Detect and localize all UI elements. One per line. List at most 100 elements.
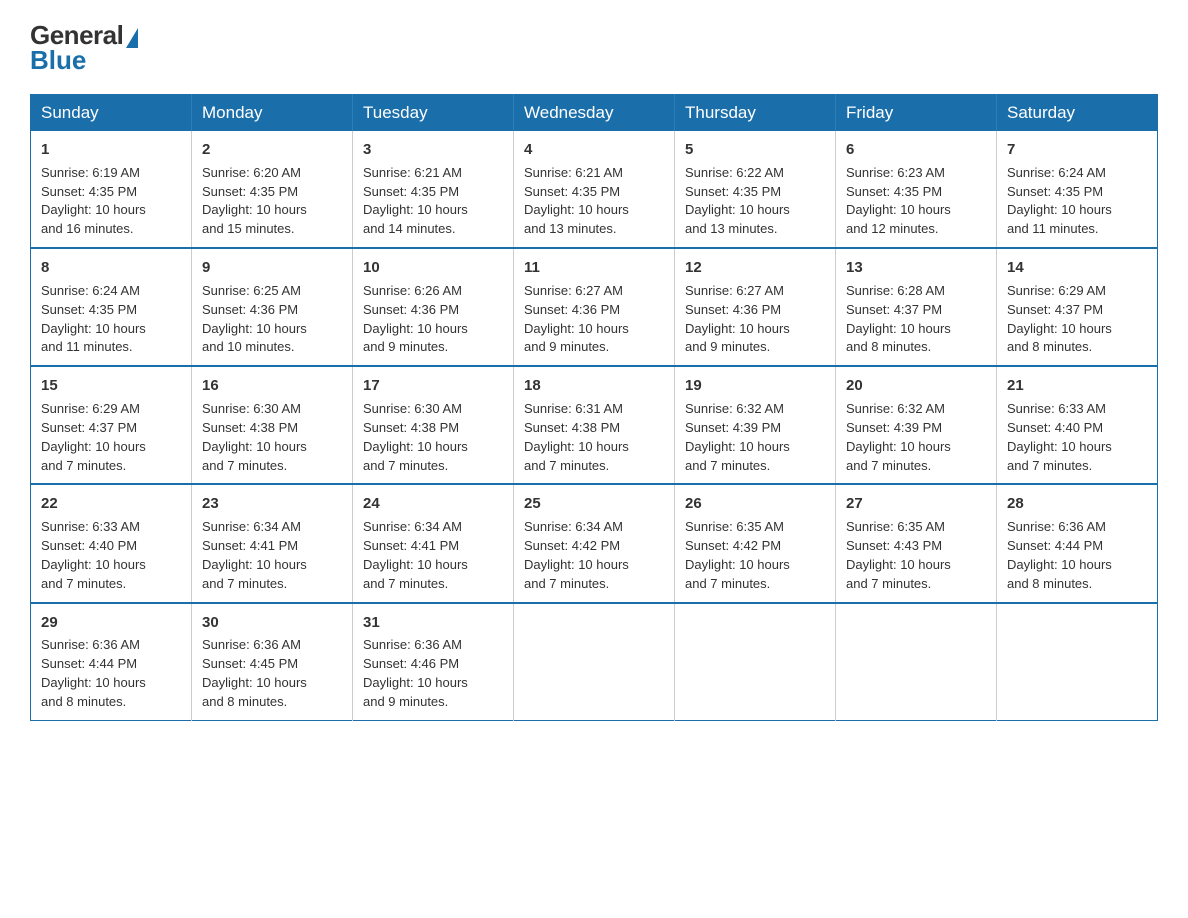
- calendar-cell: 10 Sunrise: 6:26 AMSunset: 4:36 PMDayligh…: [353, 248, 514, 366]
- calendar-cell: 19 Sunrise: 6:32 AMSunset: 4:39 PMDayligh…: [675, 366, 836, 484]
- day-info: Sunrise: 6:34 AMSunset: 4:42 PMDaylight:…: [524, 519, 629, 591]
- day-number: 22: [41, 493, 181, 515]
- calendar-cell: 26 Sunrise: 6:35 AMSunset: 4:42 PMDayligh…: [675, 484, 836, 602]
- calendar-cell: 16 Sunrise: 6:30 AMSunset: 4:38 PMDayligh…: [192, 366, 353, 484]
- logo: General Blue: [30, 20, 138, 76]
- calendar-cell: 31Sunrise: 6:36 AMSunset: 4:46 PMDayligh…: [353, 603, 514, 721]
- day-number: 18: [524, 375, 664, 397]
- calendar-week-row: 29 Sunrise: 6:36 AMSunset: 4:44 PMDayligh…: [31, 603, 1158, 721]
- day-number: 17: [363, 375, 503, 397]
- calendar-cell: [836, 603, 997, 721]
- day-info: Sunrise: 6:33 AMSunset: 4:40 PMDaylight:…: [1007, 401, 1112, 473]
- day-info: Sunrise: 6:34 AMSunset: 4:41 PMDaylight:…: [363, 519, 468, 591]
- calendar-week-row: 15Sunrise: 6:29 AMSunset: 4:37 PMDayligh…: [31, 366, 1158, 484]
- calendar-cell: 24 Sunrise: 6:34 AMSunset: 4:41 PMDayligh…: [353, 484, 514, 602]
- calendar-cell: 30Sunrise: 6:36 AMSunset: 4:45 PMDayligh…: [192, 603, 353, 721]
- calendar-cell: 15Sunrise: 6:29 AMSunset: 4:37 PMDayligh…: [31, 366, 192, 484]
- day-info: Sunrise: 6:32 AMSunset: 4:39 PMDaylight:…: [846, 401, 951, 473]
- calendar-week-row: 8 Sunrise: 6:24 AMSunset: 4:35 PMDaylight…: [31, 248, 1158, 366]
- weekday-header-thursday: Thursday: [675, 95, 836, 132]
- day-number: 9: [202, 257, 342, 279]
- day-info: Sunrise: 6:23 AMSunset: 4:35 PMDaylight:…: [846, 165, 951, 237]
- calendar-cell: 17 Sunrise: 6:30 AMSunset: 4:38 PMDayligh…: [353, 366, 514, 484]
- calendar-cell: 5 Sunrise: 6:22 AMSunset: 4:35 PMDaylight…: [675, 131, 836, 248]
- calendar-cell: [514, 603, 675, 721]
- page-header: General Blue: [30, 20, 1158, 76]
- calendar-week-row: 22Sunrise: 6:33 AMSunset: 4:40 PMDayligh…: [31, 484, 1158, 602]
- weekday-header-sunday: Sunday: [31, 95, 192, 132]
- day-info: Sunrise: 6:22 AMSunset: 4:35 PMDaylight:…: [685, 165, 790, 237]
- calendar-cell: [997, 603, 1158, 721]
- calendar-cell: 14 Sunrise: 6:29 AMSunset: 4:37 PMDayligh…: [997, 248, 1158, 366]
- day-number: 24: [363, 493, 503, 515]
- day-info: Sunrise: 6:21 AMSunset: 4:35 PMDaylight:…: [363, 165, 468, 237]
- calendar-cell: 4 Sunrise: 6:21 AMSunset: 4:35 PMDaylight…: [514, 131, 675, 248]
- logo-blue-text: Blue: [30, 45, 86, 76]
- calendar-cell: 21 Sunrise: 6:33 AMSunset: 4:40 PMDayligh…: [997, 366, 1158, 484]
- day-number: 1: [41, 139, 181, 161]
- day-number: 30: [202, 612, 342, 634]
- day-number: 8: [41, 257, 181, 279]
- day-info: Sunrise: 6:36 AMSunset: 4:44 PMDaylight:…: [1007, 519, 1112, 591]
- day-number: 29: [41, 612, 181, 634]
- calendar-cell: 25 Sunrise: 6:34 AMSunset: 4:42 PMDayligh…: [514, 484, 675, 602]
- day-info: Sunrise: 6:30 AMSunset: 4:38 PMDaylight:…: [202, 401, 307, 473]
- day-info: Sunrise: 6:24 AMSunset: 4:35 PMDaylight:…: [41, 283, 146, 355]
- calendar-week-row: 1 Sunrise: 6:19 AMSunset: 4:35 PMDaylight…: [31, 131, 1158, 248]
- day-number: 5: [685, 139, 825, 161]
- day-info: Sunrise: 6:19 AMSunset: 4:35 PMDaylight:…: [41, 165, 146, 237]
- calendar-cell: 12Sunrise: 6:27 AMSunset: 4:36 PMDayligh…: [675, 248, 836, 366]
- day-number: 10: [363, 257, 503, 279]
- day-info: Sunrise: 6:36 AMSunset: 4:46 PMDaylight:…: [363, 637, 468, 709]
- day-info: Sunrise: 6:34 AMSunset: 4:41 PMDaylight:…: [202, 519, 307, 591]
- day-number: 25: [524, 493, 664, 515]
- day-number: 27: [846, 493, 986, 515]
- day-info: Sunrise: 6:29 AMSunset: 4:37 PMDaylight:…: [1007, 283, 1112, 355]
- day-number: 14: [1007, 257, 1147, 279]
- logo-triangle-icon: [126, 28, 138, 48]
- calendar-table: SundayMondayTuesdayWednesdayThursdayFrid…: [30, 94, 1158, 721]
- day-number: 6: [846, 139, 986, 161]
- calendar-cell: 20Sunrise: 6:32 AMSunset: 4:39 PMDayligh…: [836, 366, 997, 484]
- calendar-cell: 8 Sunrise: 6:24 AMSunset: 4:35 PMDaylight…: [31, 248, 192, 366]
- calendar-cell: 11 Sunrise: 6:27 AMSunset: 4:36 PMDayligh…: [514, 248, 675, 366]
- calendar-cell: [675, 603, 836, 721]
- day-info: Sunrise: 6:30 AMSunset: 4:38 PMDaylight:…: [363, 401, 468, 473]
- calendar-cell: 6 Sunrise: 6:23 AMSunset: 4:35 PMDaylight…: [836, 131, 997, 248]
- day-number: 16: [202, 375, 342, 397]
- day-number: 2: [202, 139, 342, 161]
- day-info: Sunrise: 6:31 AMSunset: 4:38 PMDaylight:…: [524, 401, 629, 473]
- day-info: Sunrise: 6:32 AMSunset: 4:39 PMDaylight:…: [685, 401, 790, 473]
- day-number: 13: [846, 257, 986, 279]
- day-info: Sunrise: 6:21 AMSunset: 4:35 PMDaylight:…: [524, 165, 629, 237]
- day-info: Sunrise: 6:28 AMSunset: 4:37 PMDaylight:…: [846, 283, 951, 355]
- day-number: 4: [524, 139, 664, 161]
- calendar-cell: 27Sunrise: 6:35 AMSunset: 4:43 PMDayligh…: [836, 484, 997, 602]
- day-info: Sunrise: 6:24 AMSunset: 4:35 PMDaylight:…: [1007, 165, 1112, 237]
- day-info: Sunrise: 6:27 AMSunset: 4:36 PMDaylight:…: [524, 283, 629, 355]
- day-number: 3: [363, 139, 503, 161]
- day-info: Sunrise: 6:20 AMSunset: 4:35 PMDaylight:…: [202, 165, 307, 237]
- day-info: Sunrise: 6:29 AMSunset: 4:37 PMDaylight:…: [41, 401, 146, 473]
- calendar-cell: 2 Sunrise: 6:20 AMSunset: 4:35 PMDaylight…: [192, 131, 353, 248]
- calendar-cell: 1 Sunrise: 6:19 AMSunset: 4:35 PMDaylight…: [31, 131, 192, 248]
- day-number: 23: [202, 493, 342, 515]
- day-info: Sunrise: 6:35 AMSunset: 4:42 PMDaylight:…: [685, 519, 790, 591]
- day-number: 19: [685, 375, 825, 397]
- day-number: 7: [1007, 139, 1147, 161]
- day-number: 11: [524, 257, 664, 279]
- day-info: Sunrise: 6:25 AMSunset: 4:36 PMDaylight:…: [202, 283, 307, 355]
- calendar-cell: 28Sunrise: 6:36 AMSunset: 4:44 PMDayligh…: [997, 484, 1158, 602]
- calendar-cell: 13 Sunrise: 6:28 AMSunset: 4:37 PMDayligh…: [836, 248, 997, 366]
- day-number: 26: [685, 493, 825, 515]
- weekday-header-friday: Friday: [836, 95, 997, 132]
- day-number: 21: [1007, 375, 1147, 397]
- calendar-cell: 7 Sunrise: 6:24 AMSunset: 4:35 PMDaylight…: [997, 131, 1158, 248]
- calendar-cell: 29 Sunrise: 6:36 AMSunset: 4:44 PMDayligh…: [31, 603, 192, 721]
- day-info: Sunrise: 6:26 AMSunset: 4:36 PMDaylight:…: [363, 283, 468, 355]
- weekday-header-row: SundayMondayTuesdayWednesdayThursdayFrid…: [31, 95, 1158, 132]
- day-info: Sunrise: 6:36 AMSunset: 4:44 PMDaylight:…: [41, 637, 146, 709]
- weekday-header-monday: Monday: [192, 95, 353, 132]
- day-info: Sunrise: 6:27 AMSunset: 4:36 PMDaylight:…: [685, 283, 790, 355]
- calendar-cell: 3 Sunrise: 6:21 AMSunset: 4:35 PMDaylight…: [353, 131, 514, 248]
